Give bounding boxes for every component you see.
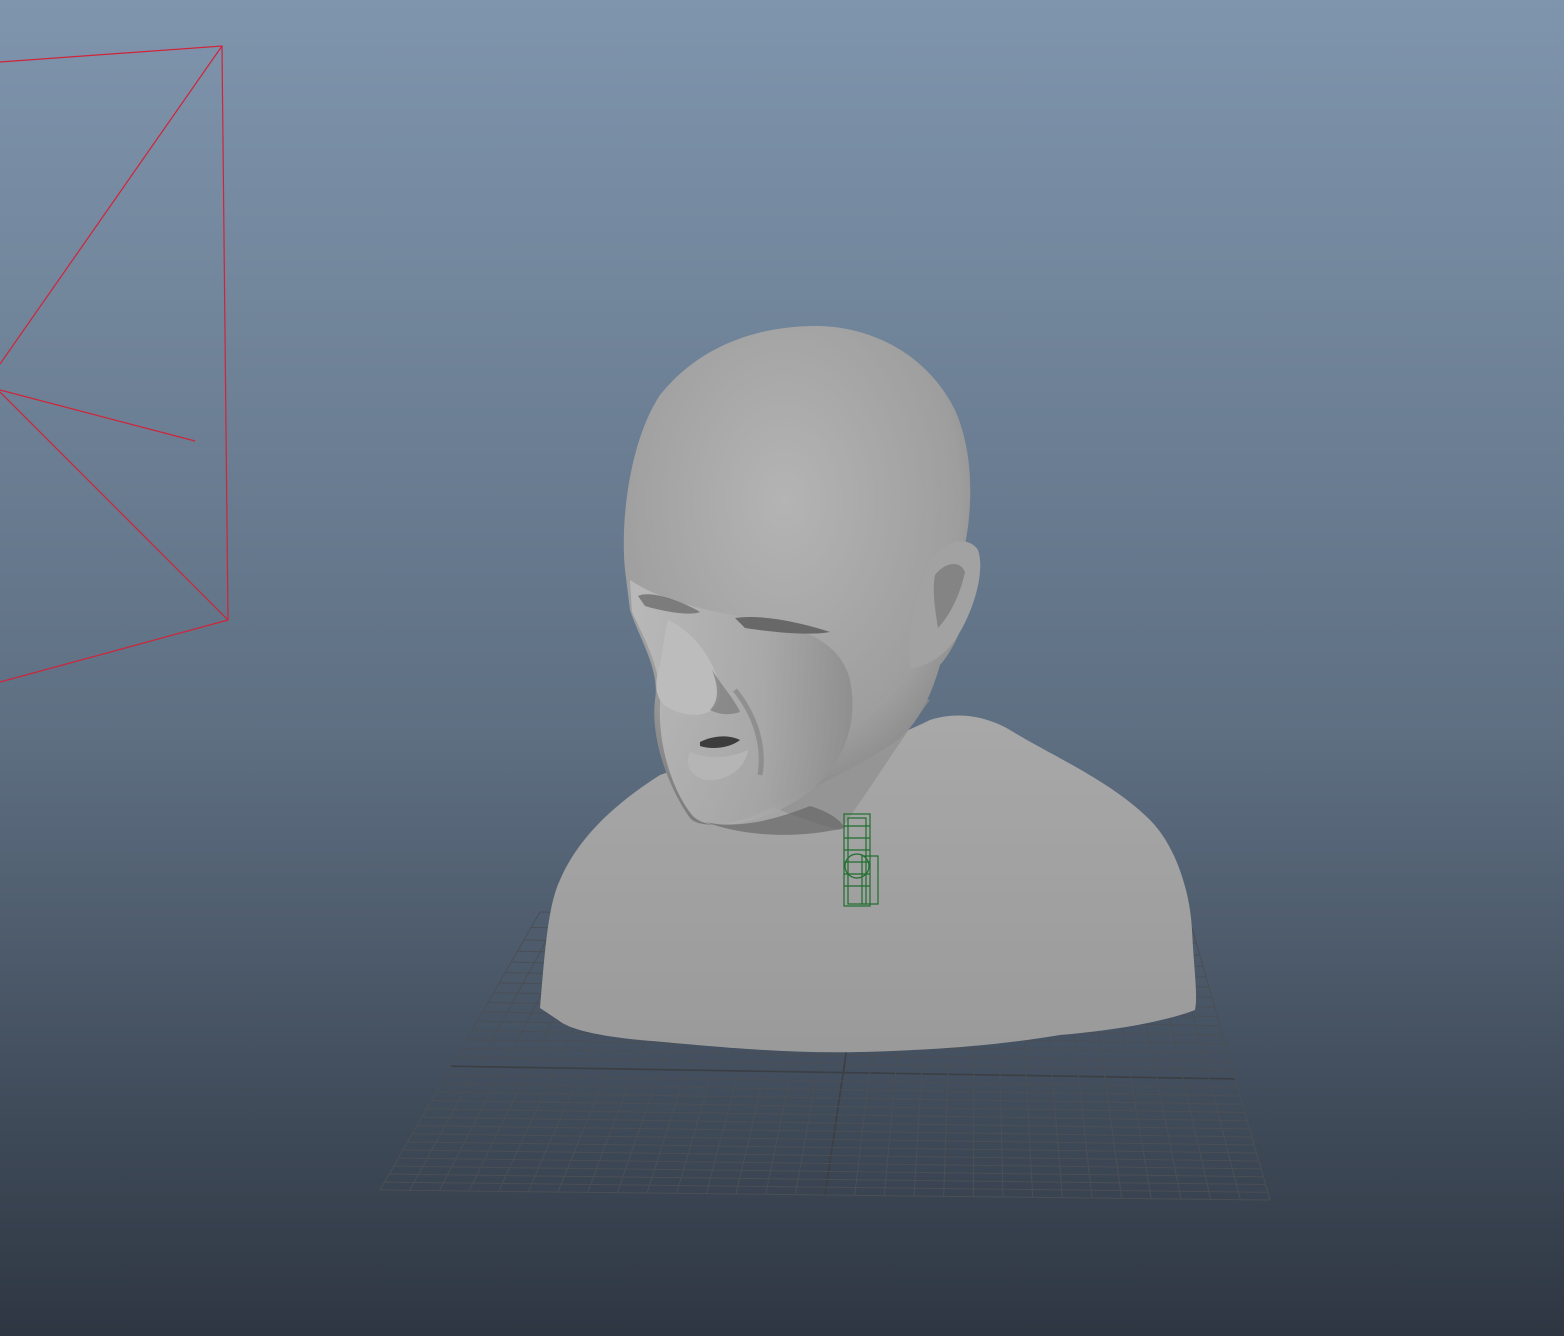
3d-viewport[interactable] (0, 0, 1564, 1336)
viewport-canvas[interactable] (0, 0, 1564, 1336)
